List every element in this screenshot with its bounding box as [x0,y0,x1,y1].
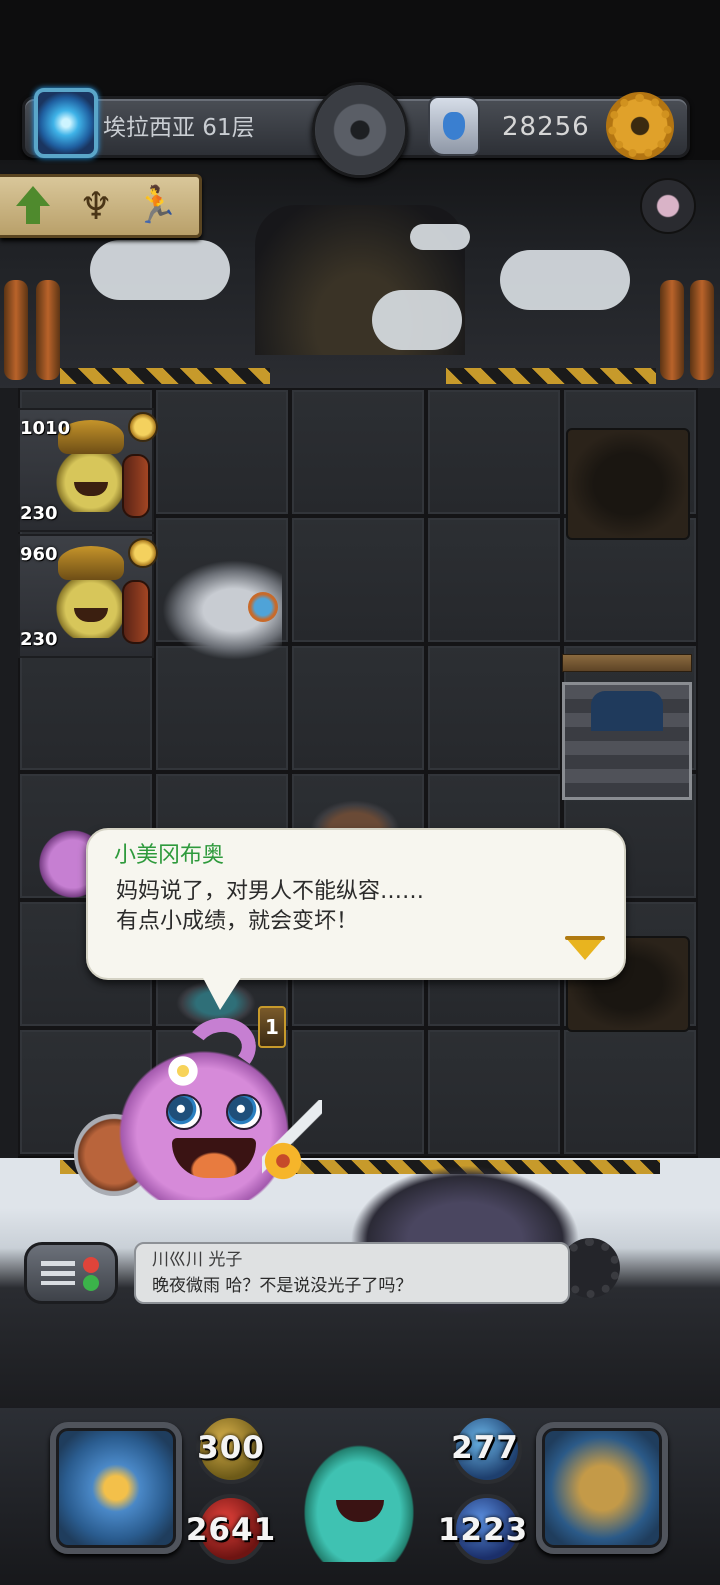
running-figure-icon: 🏃 [134,185,179,226]
right-side-wall [698,388,720,1158]
flower-icon [166,1054,200,1088]
floor-tile[interactable] [562,1028,698,1156]
samurai-monster-icon [56,420,126,512]
copper-pipe [36,280,60,380]
cannon-machine-icon[interactable] [162,560,282,660]
attack-stat: 300 [197,1430,265,1466]
altar-icon: ♆ [78,184,114,228]
monster-card[interactable]: 960 230 [16,534,158,658]
sword-badge-icon [128,538,158,568]
trap-counter: 1 [258,1006,286,1048]
companion-avatar-icon[interactable] [640,178,696,234]
hazard-stripe [60,368,270,384]
copper-pipe [660,280,684,380]
floor-tile[interactable] [426,516,562,644]
monster-shield-icon [122,580,150,644]
inventory-scroll-button[interactable] [536,1422,668,1554]
sword-badge-icon [128,412,158,442]
monster-attack: 230 [16,628,62,652]
broken-floor-hole[interactable] [566,428,690,540]
floor-tile[interactable] [426,1028,562,1156]
floor-tile[interactable] [290,644,426,772]
center-gear-icon[interactable] [312,82,408,178]
defense-stat: 277 [451,1430,519,1466]
dagger-icon [262,1100,322,1182]
floor-tile[interactable] [290,388,426,516]
snow-pile [410,224,470,250]
mp-stat: 1223 [437,1512,529,1548]
snow-pile [500,250,630,310]
dialog-line: 有点小成绩，就会变坏！ [116,909,359,934]
wooden-plank [562,654,692,672]
hero-portrait-button[interactable] [298,1438,420,1562]
snow-pile [372,290,462,350]
chat-menu-button[interactable] [24,1242,118,1304]
green-up-arrow-icon [16,186,50,226]
next-dialog-arrow-icon[interactable] [564,934,606,964]
samurai-monster-icon [56,546,126,638]
floor-tile[interactable] [426,644,562,772]
dialog-line: 妈妈说了，对男人不能纵容…… [116,879,425,904]
floor-tile[interactable] [426,388,562,516]
floor-tile[interactable] [290,516,426,644]
portal-icon[interactable] [34,88,98,158]
stairs-down[interactable] [562,682,692,800]
speaker-name: 小美冈布奥 [114,843,225,868]
monster-hp: 960 [16,542,62,568]
chat-user-line: 川巛川 光子 [152,1250,243,1270]
chat-message-line: 晚夜微雨 哈？不是说没光子了吗？ [152,1276,413,1296]
equipment-slot-button[interactable] [50,1422,182,1554]
floor-tile[interactable] [18,644,154,772]
floor-tile[interactable] [154,644,290,772]
dialog-bubble-tail [202,976,242,1010]
score-counter: 28256 [502,112,590,142]
monster-shield-icon [122,454,150,518]
gear-mechanism-icon [310,800,400,830]
copper-pipe [690,280,714,380]
hero-left-eye [166,1094,202,1130]
floor-tile[interactable] [154,388,290,516]
monster-card[interactable]: 1010 230 [16,408,158,532]
settings-gear-icon[interactable] [606,92,674,160]
hp-stat: 2641 [185,1512,277,1548]
rune-stone-icon [428,96,480,156]
hero-right-eye [226,1094,262,1130]
snow-pile [90,240,230,300]
monster-hp: 1010 [16,416,74,442]
floor-label: 埃拉西亚 61层 [103,115,255,141]
monster-attack: 230 [16,502,62,526]
copper-pipe [4,280,28,380]
hazard-stripe [446,368,656,384]
